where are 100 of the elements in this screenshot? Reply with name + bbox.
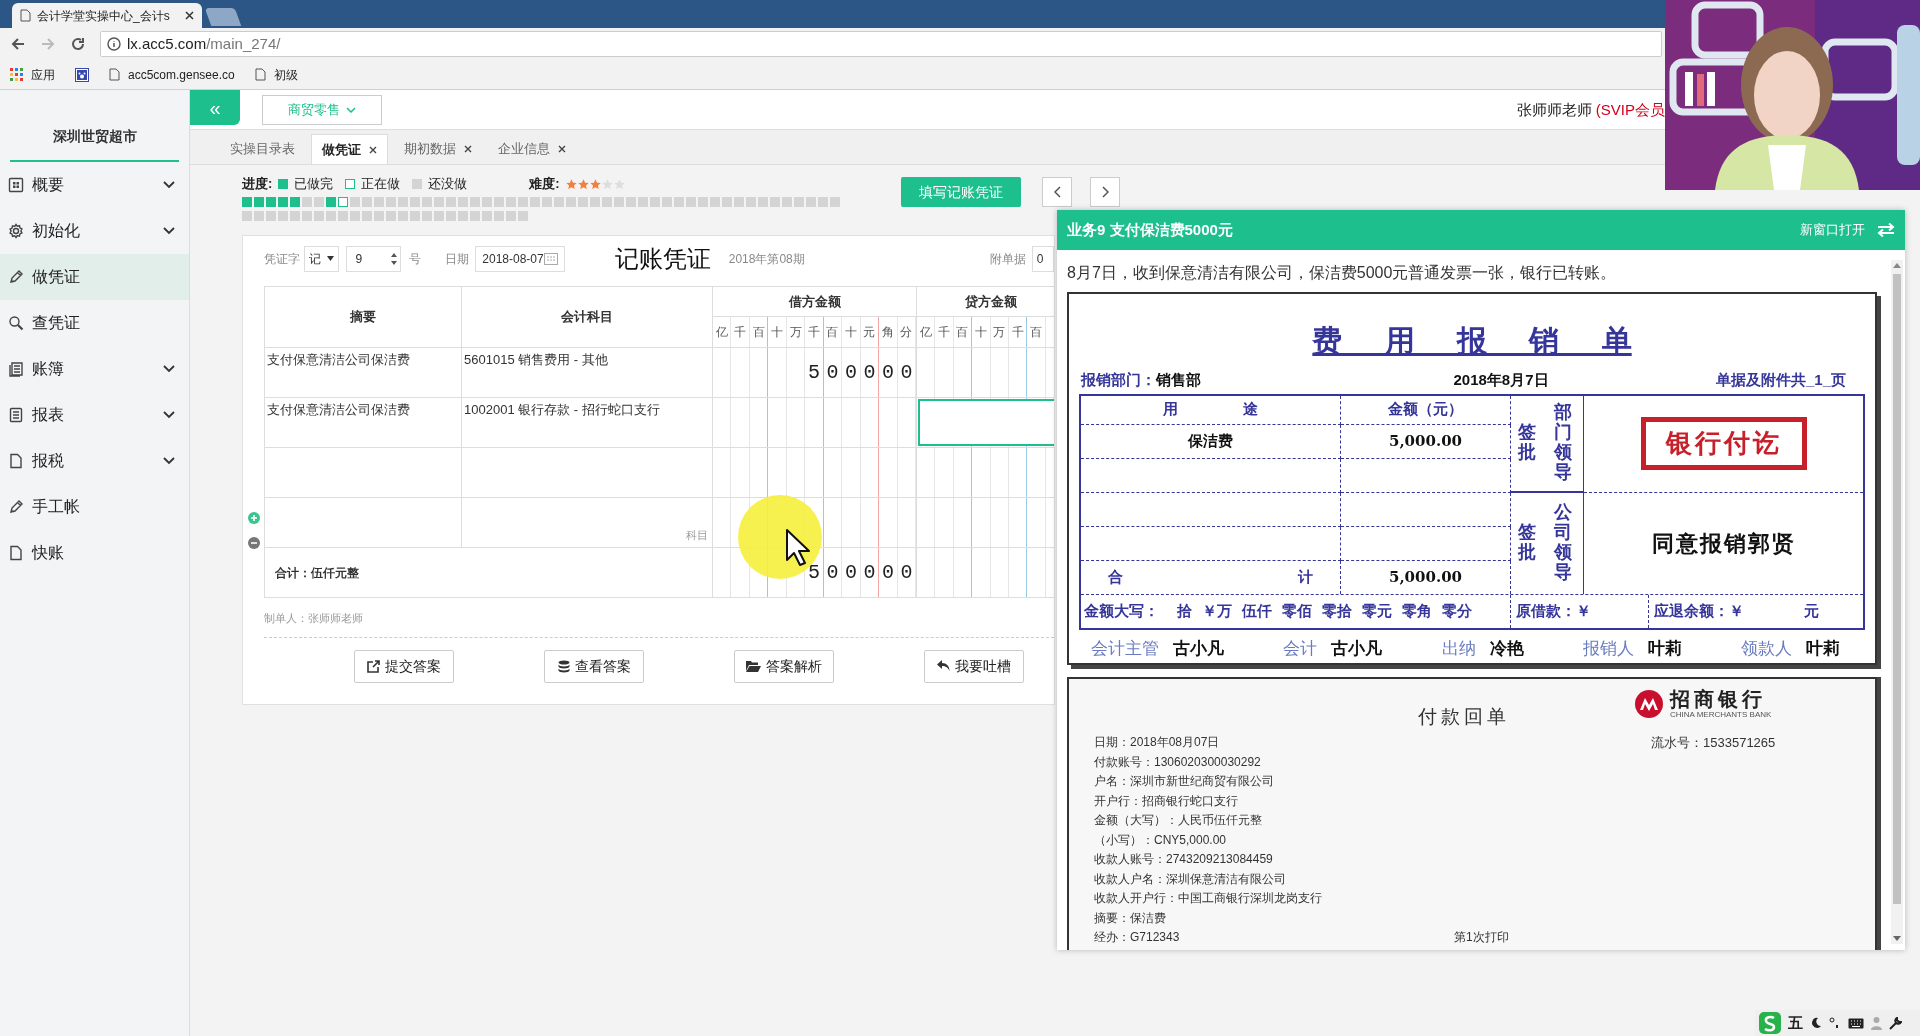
progress-cell[interactable] xyxy=(542,197,552,207)
person-icon[interactable] xyxy=(1871,1016,1882,1030)
close-icon[interactable] xyxy=(369,145,377,154)
progress-cell[interactable] xyxy=(278,211,288,221)
tab[interactable]: 做凭证 xyxy=(311,134,388,164)
sidebar-item[interactable]: 概要 xyxy=(0,162,189,208)
close-icon[interactable] xyxy=(185,11,194,20)
progress-cell[interactable] xyxy=(350,197,360,207)
punctuation-icon[interactable] xyxy=(1829,1017,1841,1029)
progress-cell[interactable] xyxy=(326,197,336,207)
progress-cell[interactable] xyxy=(422,197,432,207)
tab[interactable]: 期初数据 xyxy=(394,134,482,164)
progress-cell[interactable] xyxy=(410,211,420,221)
attachments-field[interactable]: 0 xyxy=(1031,245,1054,272)
progress-cell[interactable] xyxy=(554,197,564,207)
scroll-up-icon[interactable] xyxy=(1893,262,1901,268)
moon-icon[interactable] xyxy=(1810,1017,1822,1029)
progress-cell[interactable] xyxy=(662,197,672,207)
add-row-icon[interactable] xyxy=(248,512,260,524)
progress-cell[interactable] xyxy=(362,197,372,207)
progress-cell[interactable] xyxy=(470,211,480,221)
progress-cell[interactable] xyxy=(566,197,576,207)
amount-input[interactable] xyxy=(918,399,1054,446)
sidebar-item[interactable]: 做凭证 xyxy=(0,254,189,300)
progress-cell[interactable] xyxy=(830,197,840,207)
progress-cell[interactable] xyxy=(254,197,264,207)
progress-cell[interactable] xyxy=(698,197,708,207)
progress-cell[interactable] xyxy=(650,197,660,207)
progress-cell[interactable] xyxy=(506,211,516,221)
progress-cell[interactable] xyxy=(374,211,384,221)
voucher-number-field[interactable]: 9 xyxy=(346,245,402,272)
address-bar[interactable]: lx.acc5.com/main_274/ xyxy=(100,31,1662,57)
progress-cell[interactable] xyxy=(458,211,468,221)
progress-cell[interactable] xyxy=(242,197,252,207)
action-button[interactable]: 提交答案 xyxy=(354,649,454,683)
progress-cell[interactable] xyxy=(446,211,456,221)
date-field[interactable]: 2018-08-07 xyxy=(475,245,565,272)
progress-cell[interactable] xyxy=(494,197,504,207)
progress-cell[interactable] xyxy=(482,197,492,207)
sidebar-item[interactable]: 报表 xyxy=(0,392,189,438)
progress-cell[interactable] xyxy=(422,211,432,221)
bookmark-link[interactable]: 应用 xyxy=(31,65,55,84)
scrollbar-thumb[interactable] xyxy=(1893,274,1901,904)
previous-button[interactable] xyxy=(1042,177,1072,207)
progress-cell[interactable] xyxy=(302,211,312,221)
input-method-logo-icon[interactable] xyxy=(1759,1012,1781,1034)
page-icon[interactable] xyxy=(109,68,120,81)
keyboard-icon[interactable] xyxy=(1848,1017,1864,1029)
progress-cell[interactable] xyxy=(518,197,528,207)
progress-cell[interactable] xyxy=(386,197,396,207)
progress-cell[interactable] xyxy=(302,197,312,207)
progress-cell[interactable] xyxy=(362,211,372,221)
forward-icon[interactable] xyxy=(40,36,56,52)
scroll-down-icon[interactable] xyxy=(1893,936,1901,942)
voucher-word-select[interactable]: 记 xyxy=(304,245,339,272)
progress-cell[interactable] xyxy=(446,197,456,207)
progress-cell[interactable] xyxy=(746,197,756,207)
progress-cell[interactable] xyxy=(254,211,264,221)
progress-cell[interactable] xyxy=(242,211,252,221)
progress-cell[interactable] xyxy=(506,197,516,207)
apps-icon[interactable] xyxy=(10,68,23,81)
progress-cell[interactable] xyxy=(386,211,396,221)
progress-cell[interactable] xyxy=(278,197,288,207)
progress-cell[interactable] xyxy=(482,211,492,221)
back-icon[interactable] xyxy=(10,36,26,52)
progress-cell[interactable] xyxy=(350,211,360,221)
progress-cell[interactable] xyxy=(710,197,720,207)
progress-cell[interactable] xyxy=(674,197,684,207)
progress-cell[interactable] xyxy=(530,197,540,207)
progress-cell[interactable] xyxy=(782,197,792,207)
progress-cell[interactable] xyxy=(434,197,444,207)
progress-cell[interactable] xyxy=(722,197,732,207)
progress-cell[interactable] xyxy=(326,211,336,221)
progress-cell[interactable] xyxy=(626,197,636,207)
progress-cell[interactable] xyxy=(734,197,744,207)
progress-cell[interactable] xyxy=(290,197,300,207)
new-tab-button[interactable] xyxy=(204,8,242,26)
progress-cell[interactable] xyxy=(374,197,384,207)
wrench-icon[interactable] xyxy=(1889,1016,1902,1030)
progress-cell[interactable] xyxy=(266,197,276,207)
progress-cell[interactable] xyxy=(314,197,324,207)
action-button[interactable]: 查看答案 xyxy=(544,649,644,683)
scrollbar[interactable] xyxy=(1891,260,1903,944)
close-icon[interactable] xyxy=(464,145,472,153)
progress-cell[interactable] xyxy=(398,211,408,221)
progress-cell[interactable] xyxy=(602,197,612,207)
sidebar-item[interactable]: 查凭证 xyxy=(0,300,189,346)
sidebar-item[interactable]: 快账 xyxy=(0,530,189,576)
progress-cell[interactable] xyxy=(806,197,816,207)
progress-cell[interactable] xyxy=(470,197,480,207)
progress-cell[interactable] xyxy=(494,211,504,221)
reload-icon[interactable] xyxy=(70,36,86,52)
progress-cell[interactable] xyxy=(458,197,468,207)
progress-cell[interactable] xyxy=(818,197,828,207)
progress-cell[interactable] xyxy=(290,211,300,221)
progress-cell[interactable] xyxy=(266,211,276,221)
bookmark-link[interactable]: acc5com.gensee.co xyxy=(128,65,235,84)
progress-cell[interactable] xyxy=(410,197,420,207)
progress-cell[interactable] xyxy=(314,211,324,221)
action-button[interactable]: 我要吐槽 xyxy=(924,649,1024,683)
